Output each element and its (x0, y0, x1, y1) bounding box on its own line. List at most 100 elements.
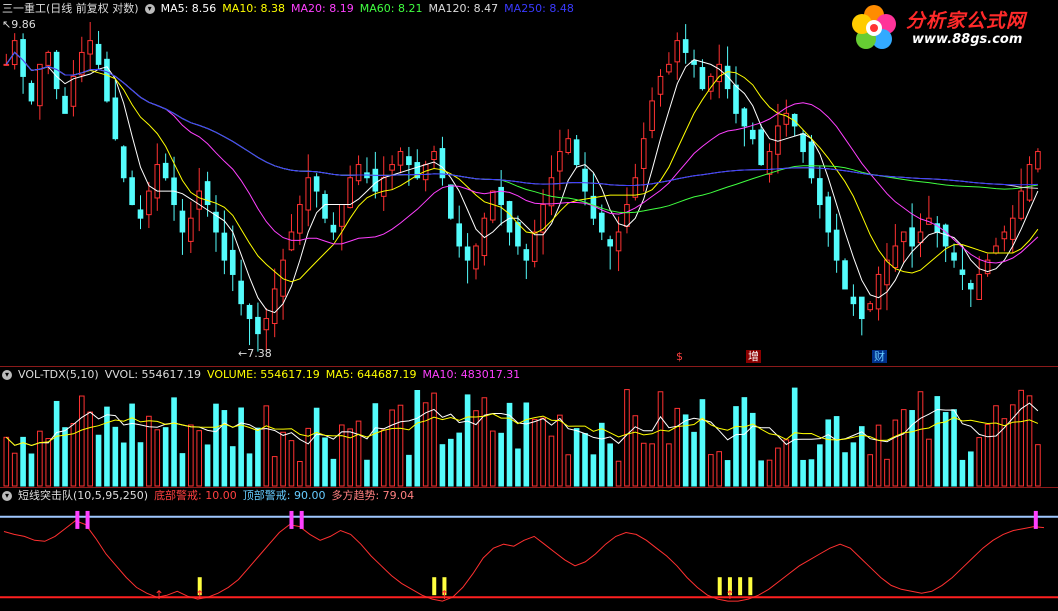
volume-bar (87, 411, 93, 487)
buy-arrow-icon: ↑ (195, 588, 205, 602)
candle-body (196, 190, 203, 210)
volume-bar (833, 416, 840, 487)
bottom-signal-bar (748, 577, 753, 596)
candle-body (188, 217, 194, 242)
candle-body (951, 252, 957, 261)
candle-body (229, 249, 236, 275)
volume-ma-line (5, 413, 1039, 447)
logo-url: www.88gs.com (912, 32, 1023, 47)
site-logo: 分析家公式网 www.88gs.com (846, 2, 1054, 54)
candle-body (112, 97, 119, 140)
volume-bar (984, 423, 991, 487)
volume-bar (900, 409, 907, 487)
candle-body (531, 231, 538, 262)
volume-bar (548, 435, 555, 487)
volume-bar (213, 403, 219, 487)
candle-body (305, 177, 312, 211)
candle-body (70, 75, 77, 107)
candle-body (406, 156, 412, 166)
candle-body (439, 148, 446, 179)
volume-bar (263, 405, 270, 487)
volume-chart-pane[interactable]: ▾ VOL-TDX(5,10) VVOL: 554617.19 VOLUME: 554… (0, 366, 1058, 487)
candle-body (649, 100, 655, 132)
indicator-title: 短线突击队(10,5,95,250) (18, 489, 149, 502)
candle-body (87, 40, 93, 55)
price-title: 三一重工(日线 前复权 对数) (2, 2, 139, 15)
event-label-increase[interactable]: 增 (746, 350, 761, 363)
candle-body (800, 133, 806, 153)
candle-body (448, 184, 454, 219)
volume-chart-canvas[interactable] (0, 366, 1058, 487)
dropdown-icon[interactable]: ▾ (2, 491, 12, 501)
volume-bar (875, 424, 882, 487)
volume-bar (951, 409, 957, 487)
indicator-chart-pane[interactable]: ↑ ↑ ↑ ↑ ▾ 短线突击队(10,5,95,250) 底部警戒: 10.00 顶部警戒:… (0, 487, 1058, 611)
event-label-dividend[interactable]: $ (676, 350, 683, 363)
buy-arrow-icon: ↑ (154, 588, 164, 602)
volume-bar (313, 407, 320, 487)
dropdown-icon[interactable]: ▾ (144, 4, 155, 14)
volume-bar (557, 414, 563, 487)
indicator-chart-canvas[interactable]: ↑ ↑ ↑ ↑ (0, 487, 1058, 611)
ma-legend: MA5: 8.56 MA10: 8.38 MA20: 8.19 MA60: 8.21 M… (161, 2, 580, 15)
volume-bar (766, 459, 773, 487)
volume-bar (112, 426, 119, 487)
volume-bar (154, 429, 161, 487)
top-signal-bar (1033, 510, 1038, 529)
candle-body (909, 227, 915, 247)
volume-bar (615, 460, 622, 487)
volume-bar (414, 390, 421, 487)
dropdown-icon[interactable]: ▾ (2, 370, 12, 380)
candle-body (104, 58, 110, 102)
volume-bar (389, 409, 395, 487)
volume-bar (775, 447, 781, 487)
volume-bar (649, 443, 655, 487)
ma-line (5, 51, 1038, 189)
candle-body (615, 231, 622, 252)
legend-item: MA120: 8.47 (428, 2, 499, 15)
volume-bar (431, 392, 437, 487)
price-chart-pane[interactable]: 三一重工(日线 前复权 对数) ▾ MA5: 8.56 MA10: 8.38 MA20:… (0, 0, 1058, 366)
candle-body (3, 63, 10, 66)
volume-bar (531, 418, 538, 487)
candle-body (179, 210, 186, 233)
candle-body (246, 304, 253, 320)
volume-bar (640, 442, 647, 487)
candle-body (1035, 151, 1041, 170)
volume-bar (1026, 395, 1033, 487)
candle-body (1001, 231, 1008, 240)
legend-item: MA10: 483017.31 (422, 368, 521, 381)
buy-arrow-icon: ↑ (725, 588, 735, 602)
candle-body (775, 125, 781, 155)
candle-body (95, 43, 102, 65)
candle-body (884, 259, 890, 286)
price-chart-canvas[interactable] (0, 0, 1058, 366)
candle-body (297, 204, 303, 234)
volume-bar (171, 397, 177, 487)
event-label-finance[interactable]: 财 (872, 350, 887, 363)
candle-body (867, 303, 873, 311)
volume-bar (380, 429, 387, 487)
volume-bar (1018, 389, 1024, 487)
volume-bar (825, 419, 832, 487)
volume-title: VOL-TDX(5,10) (18, 368, 99, 381)
volume-bar (238, 407, 244, 487)
volume-bar (489, 430, 496, 487)
high-price-marker: ↖9.86 (2, 18, 36, 31)
candle-body (355, 164, 362, 182)
candle-body (733, 84, 739, 114)
volume-bar (708, 454, 714, 487)
candle-body (45, 51, 52, 66)
volume-bar (229, 446, 236, 487)
volume-bar (104, 406, 110, 487)
volume-bar (892, 419, 899, 487)
candle-body (146, 190, 152, 216)
volume-bar (162, 427, 169, 487)
candle-body (766, 151, 773, 175)
volume-bar (297, 460, 303, 487)
candle-body (607, 239, 613, 247)
candle-body (20, 39, 26, 77)
volume-bar (800, 459, 806, 487)
candle-body (389, 164, 395, 171)
volume-bar (53, 400, 60, 487)
